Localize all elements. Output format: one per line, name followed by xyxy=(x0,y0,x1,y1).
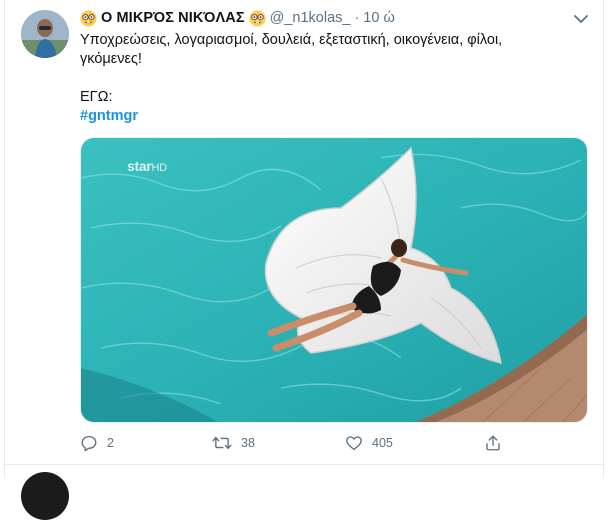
share-button[interactable] xyxy=(484,432,502,454)
avatar[interactable] xyxy=(21,10,69,58)
user-handle[interactable]: @_n1kolas_ xyxy=(270,10,351,26)
header-separator: · xyxy=(354,10,360,26)
tweet-actions: 2 38 405 xyxy=(0,432,612,454)
retweet-icon xyxy=(212,436,232,450)
share-icon xyxy=(486,435,500,451)
tweet-media[interactable]: starHD xyxy=(80,137,588,423)
hashtag-link[interactable]: #gntmgr xyxy=(80,107,138,126)
pool-image xyxy=(81,138,587,422)
chevron-down-icon xyxy=(574,15,588,23)
nerd-face-emoji-icon xyxy=(80,9,97,27)
reply-button[interactable]: 2 xyxy=(80,432,114,454)
like-count: 405 xyxy=(372,436,393,450)
tweet-divider xyxy=(4,464,604,465)
tweet-text-line: Υποχρεώσεις, λογαριασμοί, δουλειά, εξετα… xyxy=(80,32,503,48)
reply-count: 2 xyxy=(107,436,114,450)
tweet-header: Ο ΜΙΚΡΌΣ ΝΙΚΌΛΑΣ @_n1kolas_ · 10 ώ xyxy=(80,8,395,28)
display-name[interactable]: Ο ΜΙΚΡΌΣ ΝΙΚΌΛΑΣ xyxy=(101,10,245,26)
channel-watermark: starHD xyxy=(127,158,167,174)
avatar-image xyxy=(21,10,69,58)
tweet-text-line: ΕΓΩ: xyxy=(80,89,113,105)
nerd-face-emoji-icon xyxy=(249,9,266,27)
like-button[interactable]: 405 xyxy=(345,432,393,454)
retweet-button[interactable]: 38 xyxy=(212,432,255,454)
timeline-right-border xyxy=(603,0,604,478)
timestamp[interactable]: 10 ώ xyxy=(363,10,394,26)
timeline-left-border xyxy=(4,0,5,478)
reply-icon xyxy=(81,435,97,452)
retweet-count: 38 xyxy=(241,436,255,450)
more-menu-button[interactable] xyxy=(573,12,589,24)
tweet-text-line: γκόμενες! xyxy=(80,51,142,67)
heart-icon xyxy=(346,436,362,451)
next-tweet-avatar[interactable] xyxy=(21,472,69,520)
